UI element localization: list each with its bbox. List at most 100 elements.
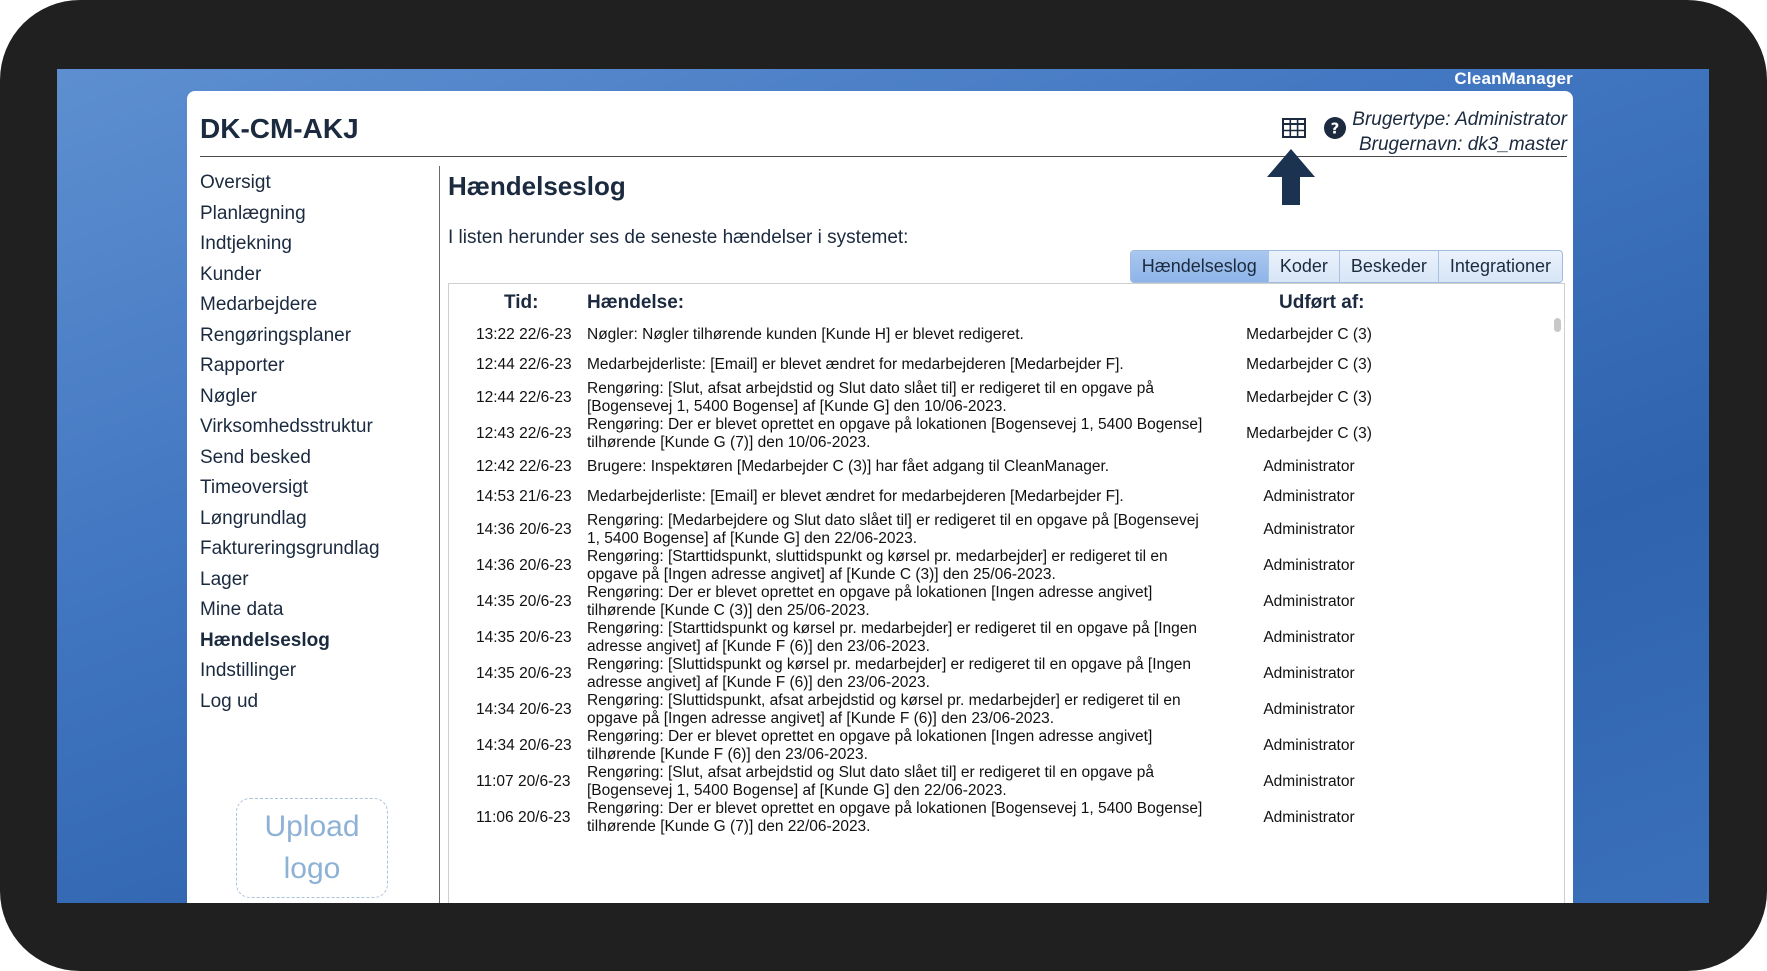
table-row: 12:43 22/6-23 Rengøring: Der er blevet op… bbox=[449, 416, 1564, 452]
user-type: Brugertype: Administrator bbox=[1352, 109, 1567, 130]
arrow-up-icon bbox=[1265, 147, 1317, 212]
cell-performed-by: Medarbejder C (3) bbox=[1246, 326, 1372, 343]
sidebar-divider bbox=[439, 166, 440, 903]
tab[interactable]: Integrationer bbox=[1437, 251, 1562, 282]
cell-performed-by: Administrator bbox=[1263, 488, 1355, 505]
tab[interactable]: Beskeder bbox=[1338, 251, 1438, 282]
column-header-performed-by: Udført af: bbox=[1279, 292, 1365, 313]
table-row: 14:36 20/6-23 Rengøring: [Starttidspunkt,… bbox=[449, 548, 1564, 584]
cell-performed-by: Administrator bbox=[1263, 458, 1355, 475]
scrollbar-thumb[interactable] bbox=[1554, 318, 1561, 332]
cell-event: Rengøring: [Slut, afsat arbejdstid og Sl… bbox=[587, 380, 1154, 415]
company-name: DK-CM-AKJ bbox=[200, 113, 359, 144]
table-row: 11:07 20/6-23 Rengøring: [Slut, afsat arb… bbox=[449, 764, 1564, 800]
table-row: 14:35 20/6-23 Rengøring: [Sluttidspunkt o… bbox=[449, 656, 1564, 692]
tab[interactable]: Hændelseslog bbox=[1130, 251, 1268, 282]
sidebar-item[interactable]: Send besked bbox=[200, 443, 430, 474]
sidebar-nav: Oversigt Planlægning Indtjekning Kunder Meda… bbox=[200, 168, 430, 717]
cell-performed-by: Administrator bbox=[1263, 737, 1355, 754]
cell-performed-by: Medarbejder C (3) bbox=[1246, 425, 1372, 442]
sidebar-item[interactable]: Planlægning bbox=[200, 199, 430, 230]
sidebar-item[interactable]: Løngrundlag bbox=[200, 504, 430, 535]
browser-screen: CleanManager DK-CM-AKJ ? Brugertype: Adm… bbox=[57, 69, 1709, 903]
cell-performed-by: Administrator bbox=[1263, 701, 1355, 718]
cell-time: 14:35 20/6-23 bbox=[476, 665, 572, 682]
sidebar-item[interactable]: Nøgler bbox=[200, 382, 430, 413]
app-window: DK-CM-AKJ ? Brugertype: Administrator Br… bbox=[187, 91, 1573, 903]
column-header-event: Hændelse: bbox=[587, 292, 685, 313]
cell-event: Rengøring: [Slut, afsat arbejdstid og Sl… bbox=[587, 764, 1154, 799]
intro-text: I listen herunder ses de seneste hændels… bbox=[448, 227, 909, 248]
cell-performed-by: Medarbejder C (3) bbox=[1246, 389, 1372, 406]
table-row: 14:35 20/6-23 Rengøring: Der er blevet op… bbox=[449, 584, 1564, 620]
column-header-time: Tid: bbox=[504, 292, 539, 313]
page-title: Hændelseslog bbox=[448, 171, 626, 201]
table-row: 12:44 22/6-23 Medarbejderliste: [Email] e… bbox=[449, 350, 1564, 380]
sidebar-item[interactable]: Rapporter bbox=[200, 351, 430, 382]
sidebar-item[interactable]: Kunder bbox=[200, 260, 430, 291]
cell-event: Rengøring: Der er blevet oprettet en opg… bbox=[587, 584, 1153, 619]
cell-event: Nøgler: Nøgler tilhørende kunden [Kunde … bbox=[587, 326, 1024, 343]
table-row: 14:36 20/6-23 Rengøring: [Medarbejdere og… bbox=[449, 512, 1564, 548]
cell-time: 11:06 20/6-23 bbox=[476, 809, 571, 826]
upload-logo-label-1: Upload bbox=[264, 810, 360, 843]
device-frame: CleanManager DK-CM-AKJ ? Brugertype: Adm… bbox=[0, 0, 1767, 971]
table-row: 14:34 20/6-23 Rengøring: Der er blevet op… bbox=[449, 728, 1564, 764]
cell-event: Rengøring: Der er blevet oprettet en opg… bbox=[587, 800, 1203, 835]
cell-event: Rengøring: [Starttidspunkt, sluttidspunk… bbox=[587, 548, 1168, 583]
cell-time: 14:36 20/6-23 bbox=[476, 521, 572, 538]
table-grid-icon[interactable] bbox=[1281, 115, 1307, 146]
event-log-table[interactable]: Tid: Hændelse: Udført af: 13:22 22/6-23 N… bbox=[448, 283, 1565, 903]
cell-time: 14:35 20/6-23 bbox=[476, 593, 572, 610]
cell-event: Rengøring: [Sluttidspunkt og kørsel pr. … bbox=[587, 656, 1191, 691]
cell-time: 14:53 21/6-23 bbox=[476, 488, 572, 505]
sidebar-item[interactable]: Medarbejdere bbox=[200, 290, 430, 321]
sidebar-item[interactable]: Virksomhedsstruktur bbox=[200, 412, 430, 443]
sidebar-item[interactable]: Hændelseslog bbox=[200, 626, 430, 657]
cell-performed-by: Administrator bbox=[1263, 773, 1355, 790]
brand-name: CleanManager bbox=[1454, 69, 1573, 88]
upload-logo-button[interactable]: Upload logo bbox=[236, 798, 388, 898]
sidebar-item[interactable]: Oversigt bbox=[200, 168, 430, 199]
tab-bar: Hændelseslog Koder Beskeder Integrationer bbox=[1129, 250, 1563, 283]
cell-performed-by: Administrator bbox=[1263, 629, 1355, 646]
sidebar-item[interactable]: Log ud bbox=[200, 687, 430, 718]
sidebar-item[interactable]: Indtjekning bbox=[200, 229, 430, 260]
cell-time: 14:35 20/6-23 bbox=[476, 629, 572, 646]
cell-performed-by: Administrator bbox=[1263, 665, 1355, 682]
sidebar-item[interactable]: Faktureringsgrundlag bbox=[200, 534, 430, 565]
help-circle-icon[interactable]: ? bbox=[1322, 115, 1348, 146]
cell-event: Rengøring: Der er blevet oprettet en opg… bbox=[587, 416, 1203, 451]
cell-time: 12:44 22/6-23 bbox=[476, 389, 572, 406]
sidebar-item[interactable]: Mine data bbox=[200, 595, 430, 626]
sidebar-item[interactable]: Indstillinger bbox=[200, 656, 430, 687]
cell-event: Rengøring: [Medarbejdere og Slut dato sl… bbox=[587, 512, 1199, 547]
table-header: Tid: Hændelse: Udført af: bbox=[449, 284, 1564, 320]
cell-event: Brugere: Inspektøren [Medarbejder C (3)]… bbox=[587, 458, 1110, 475]
tab[interactable]: Koder bbox=[1267, 251, 1339, 282]
cell-time: 11:07 20/6-23 bbox=[476, 773, 571, 790]
cell-performed-by: Administrator bbox=[1263, 557, 1355, 574]
table-body: 13:22 22/6-23 Nøgler: Nøgler tilhørende k… bbox=[449, 320, 1564, 836]
table-row: 14:34 20/6-23 Rengøring: [Sluttidspunkt, … bbox=[449, 692, 1564, 728]
cell-event: Rengøring: [Starttidspunkt og kørsel pr.… bbox=[587, 620, 1198, 655]
sidebar-item[interactable]: Timeoversigt bbox=[200, 473, 430, 504]
cell-time: 14:36 20/6-23 bbox=[476, 557, 572, 574]
sidebar-item[interactable]: Lager bbox=[200, 565, 430, 596]
cell-performed-by: Administrator bbox=[1263, 809, 1355, 826]
cell-time: 12:44 22/6-23 bbox=[476, 356, 572, 373]
cell-event: Rengøring: Der er blevet oprettet en opg… bbox=[587, 728, 1153, 763]
cell-performed-by: Medarbejder C (3) bbox=[1246, 356, 1372, 373]
cell-time: 12:43 22/6-23 bbox=[476, 425, 572, 442]
sidebar-item[interactable]: Rengøringsplaner bbox=[200, 321, 430, 352]
table-row: 11:06 20/6-23 Rengøring: Der er blevet op… bbox=[449, 800, 1564, 836]
user-info: Brugertype: Administrator Brugernavn: dk… bbox=[1352, 107, 1567, 157]
cell-event: Medarbejderliste: [Email] er blevet ændr… bbox=[587, 356, 1124, 373]
cell-event: Rengøring: [Sluttidspunkt, afsat arbejds… bbox=[587, 692, 1181, 727]
cell-performed-by: Administrator bbox=[1263, 521, 1355, 538]
cell-time: 14:34 20/6-23 bbox=[476, 701, 572, 718]
table-row: 13:22 22/6-23 Nøgler: Nøgler tilhørende k… bbox=[449, 320, 1564, 350]
svg-text:?: ? bbox=[1331, 120, 1340, 138]
table-row: 12:44 22/6-23 Rengøring: [Slut, afsat arb… bbox=[449, 380, 1564, 416]
cell-time: 13:22 22/6-23 bbox=[476, 326, 572, 343]
